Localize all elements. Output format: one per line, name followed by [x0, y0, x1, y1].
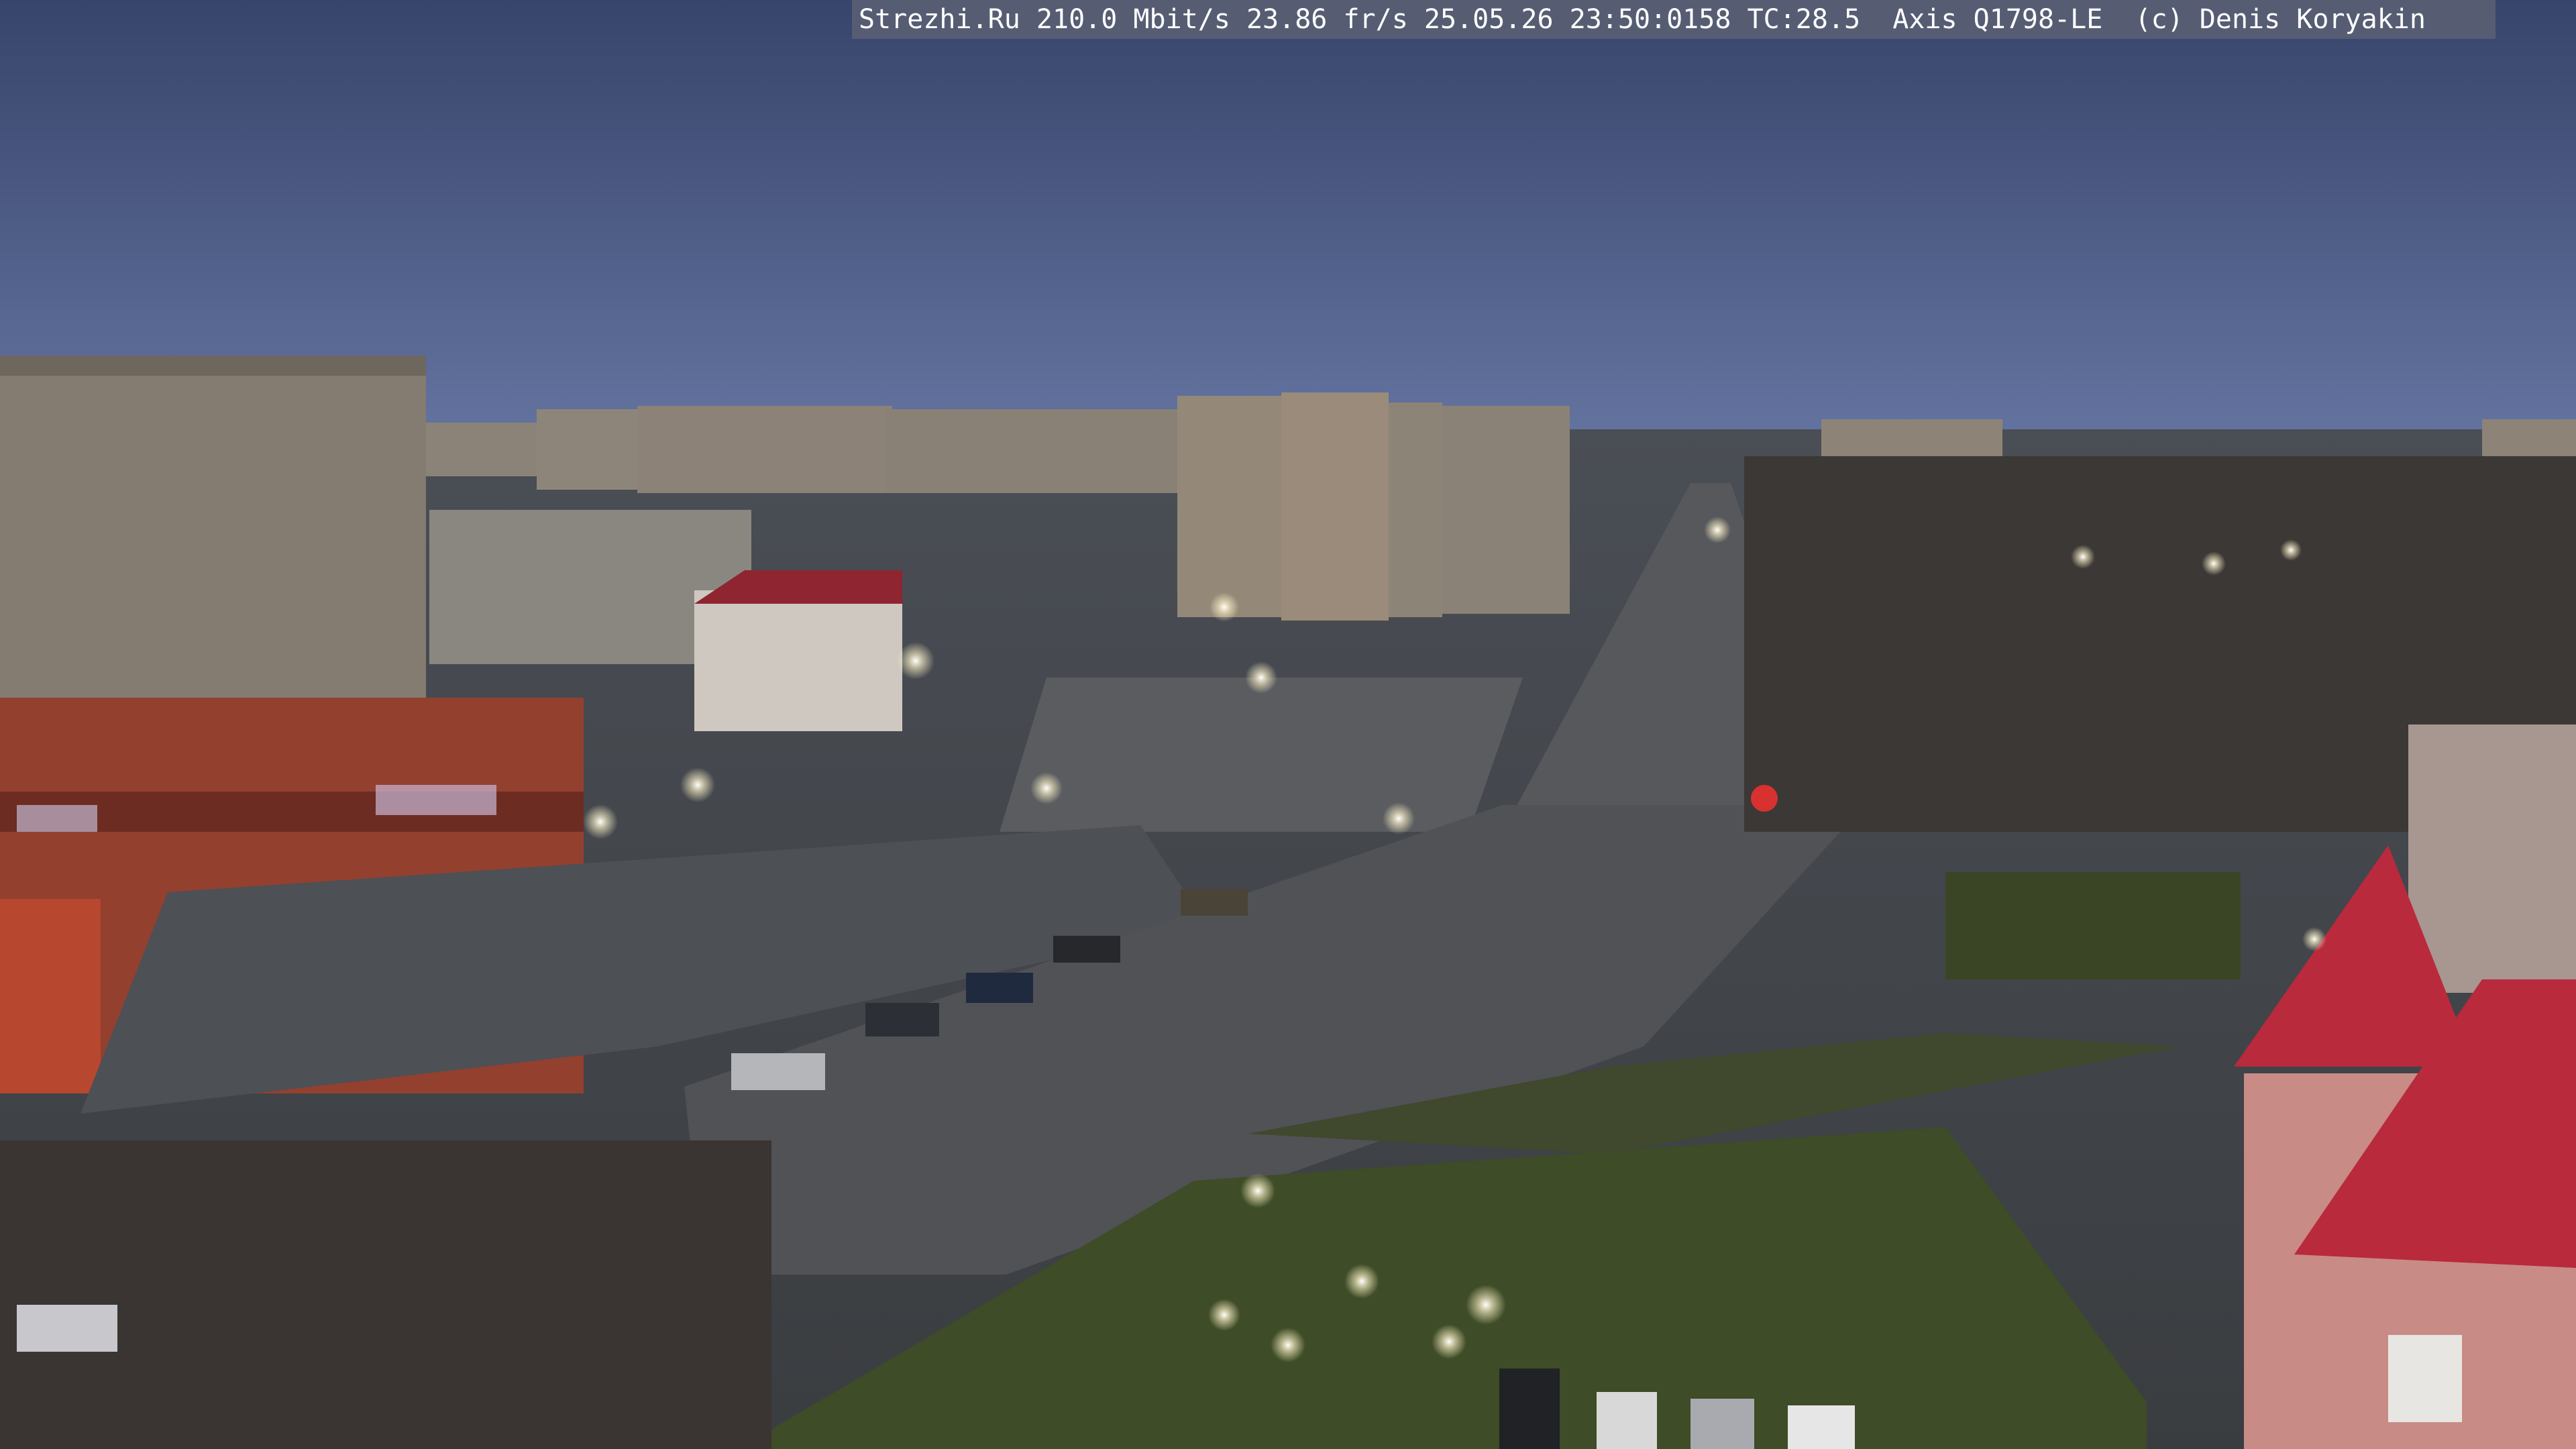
camera-info-overlay: Strezhi.Ru 210.0 Mbit/s 23.86 fr/s 25.05…: [852, 0, 2496, 39]
shop-sign-2: [17, 805, 97, 832]
park-grass: [1945, 872, 2241, 979]
central-plaza: [1000, 678, 1523, 832]
webcam-scene: [0, 0, 2576, 1449]
red-roof-building: [694, 590, 902, 731]
shop-sign: [376, 785, 496, 815]
foreground-trees: [0, 1140, 771, 1449]
